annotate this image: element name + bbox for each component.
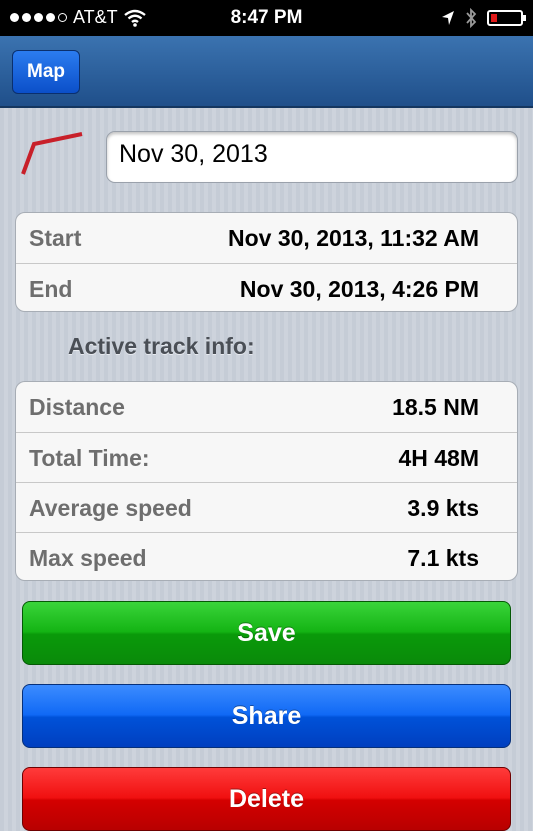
navigation-bar: Map bbox=[0, 36, 533, 108]
time-range-group: Start Nov 30, 2013, 11:32 AM End Nov 30,… bbox=[15, 212, 518, 312]
distance-value: 18.5 NM bbox=[392, 394, 479, 420]
average-speed-row: Average speed 3.9 kts bbox=[16, 482, 517, 532]
total-time-value: 4H 48M bbox=[398, 445, 479, 471]
start-value: Nov 30, 2013, 11:32 AM bbox=[227, 225, 479, 251]
battery-level bbox=[491, 14, 497, 22]
max-speed-value: 7.1 kts bbox=[407, 545, 479, 571]
distance-label: Distance bbox=[29, 394, 125, 420]
total-time-row: Total Time: 4H 48M bbox=[16, 432, 517, 482]
battery-icon bbox=[487, 10, 526, 26]
average-speed-label: Average speed bbox=[29, 495, 192, 521]
end-value: Nov 30, 2013, 4:26 PM bbox=[239, 276, 479, 302]
map-button[interactable]: Map bbox=[12, 50, 80, 94]
share-button[interactable]: Share bbox=[22, 684, 511, 748]
section-heading: Active track info: bbox=[68, 333, 255, 359]
total-time-label: Total Time: bbox=[29, 445, 150, 471]
end-label: End bbox=[29, 276, 73, 302]
location-arrow-icon bbox=[442, 11, 454, 25]
max-speed-label: Max speed bbox=[29, 545, 147, 571]
track-line-icon bbox=[21, 132, 83, 175]
track-info-group: Distance 18.5 NM Total Time: 4H 48M Aver… bbox=[15, 381, 518, 581]
start-row: Start Nov 30, 2013, 11:32 AM bbox=[16, 213, 517, 263]
track-name-field[interactable]: Nov 30, 2013 bbox=[106, 131, 518, 183]
average-speed-value: 3.9 kts bbox=[407, 495, 479, 521]
distance-row: Distance 18.5 NM bbox=[16, 382, 517, 432]
save-button[interactable]: Save bbox=[22, 601, 511, 665]
start-label: Start bbox=[29, 225, 82, 251]
end-row: End Nov 30, 2013, 4:26 PM bbox=[16, 263, 517, 311]
status-right bbox=[441, 8, 526, 28]
delete-button[interactable]: Delete bbox=[22, 767, 511, 831]
status-bar: AT&T 8:47 PM bbox=[0, 0, 533, 36]
bluetooth-icon bbox=[466, 8, 477, 28]
max-speed-row: Max speed 7.1 kts bbox=[16, 532, 517, 580]
